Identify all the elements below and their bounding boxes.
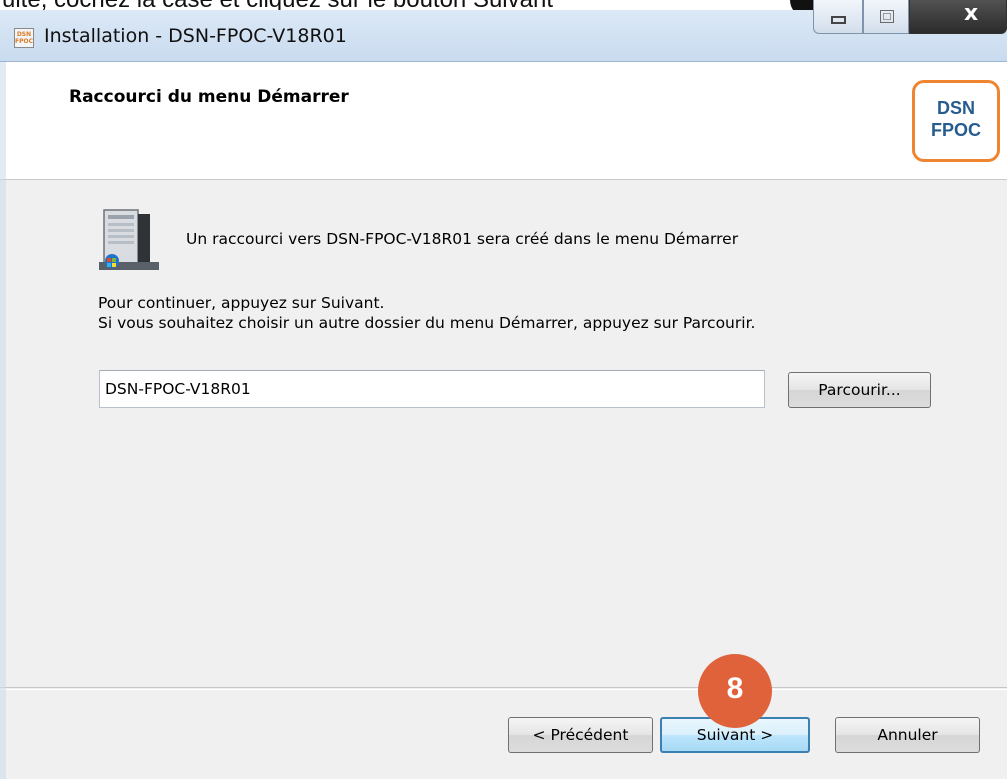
shortcut-message: Un raccourci vers DSN-FPOC-V18R01 sera c… (186, 230, 739, 248)
logo-line-1: DSN (936, 98, 975, 118)
server-folder-icon (99, 209, 159, 270)
page-title: Raccourci du menu Démarrer (69, 87, 349, 107)
instruction-line-1: Pour continuer, appuyez sur Suivant. (98, 294, 385, 312)
wizard-header: Raccourci du menu Démarrer DSN FPOC (0, 62, 1007, 180)
instruction-line-2: Si vous souhaitez choisir un autre dossi… (98, 314, 756, 332)
browse-button[interactable]: Parcourir... (788, 372, 931, 408)
back-button[interactable]: < Précédent (508, 717, 653, 753)
window-title: Installation - DSN-FPOC-V18R01 (44, 25, 347, 47)
wizard-footer: < Précédent Suivant > Annuler (0, 687, 1007, 779)
step-number-badge: 8 (698, 654, 772, 728)
wizard-content: Un raccourci vers DSN-FPOC-V18R01 sera c… (0, 180, 1007, 687)
app-icon: DSN FPOC (14, 28, 34, 48)
instructions: Pour continuer, appuyez sur Suivant. Si … (98, 293, 755, 333)
maximize-button[interactable] (863, 0, 909, 34)
minimize-icon (831, 16, 846, 24)
app-logo: DSN FPOC (912, 80, 1000, 162)
cancel-button[interactable]: Annuler (835, 717, 980, 753)
start-menu-folder-input[interactable] (99, 370, 765, 408)
window-left-edge (0, 62, 6, 779)
maximize-icon (880, 10, 894, 23)
close-icon: x (964, 1, 979, 26)
close-button[interactable]: x (909, 0, 1007, 34)
minimize-button[interactable] (813, 0, 863, 34)
logo-line-2: FPOC (930, 120, 981, 140)
